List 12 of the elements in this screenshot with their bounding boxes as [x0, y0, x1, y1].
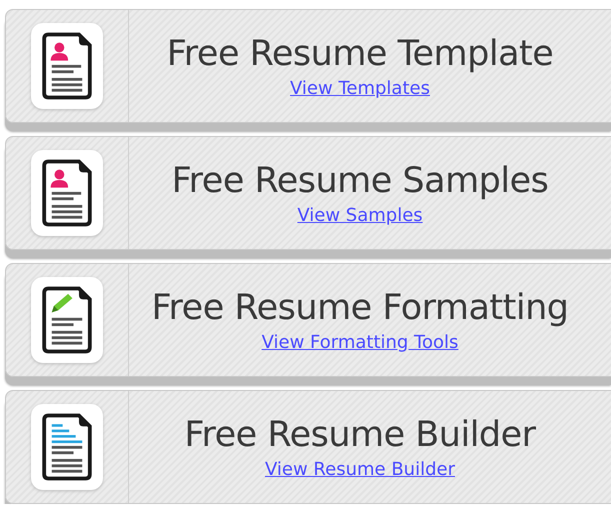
card-title: Free Resume Builder	[184, 414, 536, 454]
card-title: Free Resume Samples	[172, 160, 548, 200]
card-title: Free Resume Formatting	[151, 288, 569, 328]
document-icon	[42, 411, 92, 483]
document-icon	[42, 284, 92, 356]
view-link[interactable]: View Templates	[290, 78, 430, 98]
view-link[interactable]: View Resume Builder	[265, 458, 455, 480]
document-icon	[42, 157, 92, 229]
view-link[interactable]: View Samples	[297, 204, 423, 226]
document-icon	[42, 30, 92, 102]
view-link[interactable]: View Formatting Tools	[262, 332, 458, 352]
card-title: Free Resume Template	[166, 34, 554, 74]
